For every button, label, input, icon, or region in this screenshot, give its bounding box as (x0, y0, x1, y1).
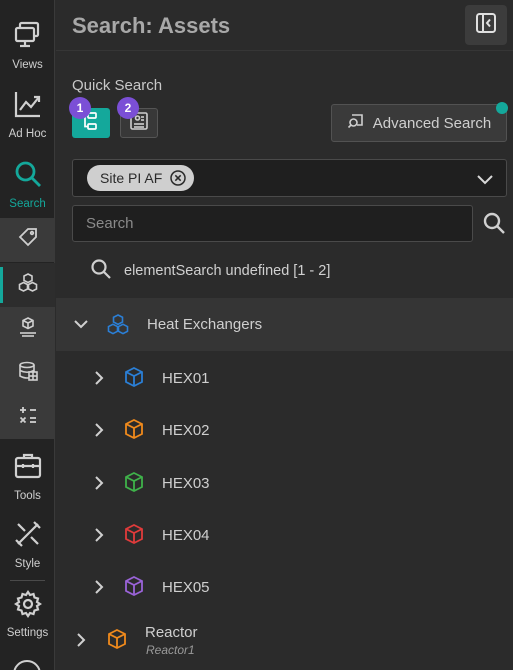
gear-icon (13, 590, 42, 623)
quick-search-label: Quick Search (72, 77, 163, 94)
toolbox-icon (13, 451, 43, 486)
search-submit-icon[interactable] (482, 211, 506, 235)
rail-sub-calc[interactable] (0, 395, 55, 439)
group-icon-svg (107, 314, 129, 335)
tree-item-hex02[interactable]: HEX02 (56, 404, 513, 456)
element-cube-icon (123, 418, 145, 445)
tree-item-label: HEX04 (162, 527, 210, 544)
chevron-right-icon[interactable] (73, 632, 89, 653)
rail-item-adhoc[interactable]: Ad Hoc (0, 89, 55, 140)
element-cube-icon (123, 523, 145, 550)
data-source-select[interactable]: Site PI AF (72, 159, 507, 197)
chevron-right-icon[interactable] (91, 422, 107, 443)
tree-item-reactor[interactable]: Reactor Reactor1 (56, 614, 513, 670)
element-cube-icon (106, 628, 128, 655)
rail-item-settings[interactable]: Settings (0, 590, 55, 639)
element-cube-icon (123, 575, 145, 602)
search-input[interactable] (72, 205, 473, 242)
tree-group-heat-exchangers[interactable]: Heat Exchangers (56, 298, 513, 351)
collapse-panel-icon (475, 12, 497, 39)
chevron-right-icon[interactable] (91, 475, 107, 496)
calculator-icon (17, 404, 39, 431)
search-icon (90, 258, 112, 284)
advanced-search-label: Advanced Search (372, 114, 492, 132)
rail-item-tools[interactable]: Tools (0, 451, 55, 502)
tree-item-label: HEX03 (162, 475, 210, 492)
tree-item-hex05[interactable]: HEX05 (56, 561, 513, 613)
chevron-right-icon[interactable] (91, 579, 107, 600)
chevron-right-icon[interactable] (91, 527, 107, 548)
element-cube-icon (123, 471, 145, 498)
chip-label: Site PI AF (100, 170, 163, 186)
rail-sub-assets[interactable] (0, 263, 55, 307)
tree-group-label: Heat Exchangers (147, 316, 263, 333)
tag-icon (17, 227, 39, 254)
tree-item-label: HEX05 (162, 579, 210, 596)
rail-sub-database[interactable] (0, 351, 55, 395)
search-panel: Search: Assets Quick Search 1 2 Advanced… (56, 0, 513, 670)
help-icon[interactable] (13, 660, 41, 670)
collapse-panel-button[interactable] (465, 5, 507, 45)
element-cube-icon (123, 366, 145, 393)
rail-divider (10, 580, 45, 581)
tree-item-label: HEX02 (162, 422, 210, 439)
chevron-down-icon[interactable] (73, 316, 89, 337)
cube-base-icon (17, 316, 39, 343)
tree-item-hex04[interactable]: HEX04 (56, 509, 513, 561)
tree-item-sublabel: Reactor1 (146, 643, 195, 657)
rail-item-views[interactable]: Views (0, 20, 55, 71)
quick-search-badge-1: 1 (69, 97, 91, 119)
rail-label-views: Views (12, 59, 43, 71)
advanced-search-icon (347, 112, 365, 134)
nav-rail: Views Ad Hoc Search Tools Style Settings (0, 0, 55, 670)
chevron-right-icon[interactable] (91, 370, 107, 391)
rail-item-search[interactable]: Search (0, 159, 55, 210)
rail-label-adhoc: Ad Hoc (8, 128, 47, 140)
chart-line-icon (13, 89, 43, 124)
header-divider (56, 50, 513, 51)
rail-label-search: Search (9, 198, 46, 210)
brush-icon (13, 519, 43, 554)
assets-icon (17, 272, 39, 299)
rail-label-style: Style (14, 558, 41, 570)
rail-label-settings: Settings (6, 627, 49, 639)
element-group-icon (106, 313, 130, 342)
rail-sub-element[interactable] (0, 307, 55, 351)
page-title: Search: Assets (72, 13, 231, 38)
chevron-down-icon[interactable] (476, 170, 494, 193)
tree-item-label: Reactor (145, 624, 198, 641)
notification-dot (496, 102, 508, 114)
search-icon (13, 159, 43, 194)
search-result-summary: elementSearch undefined [1 - 2] (90, 258, 330, 284)
tree-item-label: HEX01 (162, 370, 210, 387)
rail-sub-tags[interactable] (0, 218, 55, 262)
advanced-search-button[interactable]: Advanced Search (331, 104, 507, 142)
views-icon (13, 20, 43, 55)
rail-item-style[interactable]: Style (0, 519, 55, 570)
tree-item-hex01[interactable]: HEX01 (56, 352, 513, 404)
tree-item-hex03[interactable]: HEX03 (56, 457, 513, 509)
database-icon (17, 360, 39, 387)
rail-label-tools: Tools (14, 490, 41, 502)
quick-search-badge-2: 2 (117, 97, 139, 119)
data-source-chip: Site PI AF (87, 165, 195, 191)
result-text: elementSearch undefined [1 - 2] (124, 263, 331, 279)
chip-remove-icon[interactable] (170, 170, 186, 186)
